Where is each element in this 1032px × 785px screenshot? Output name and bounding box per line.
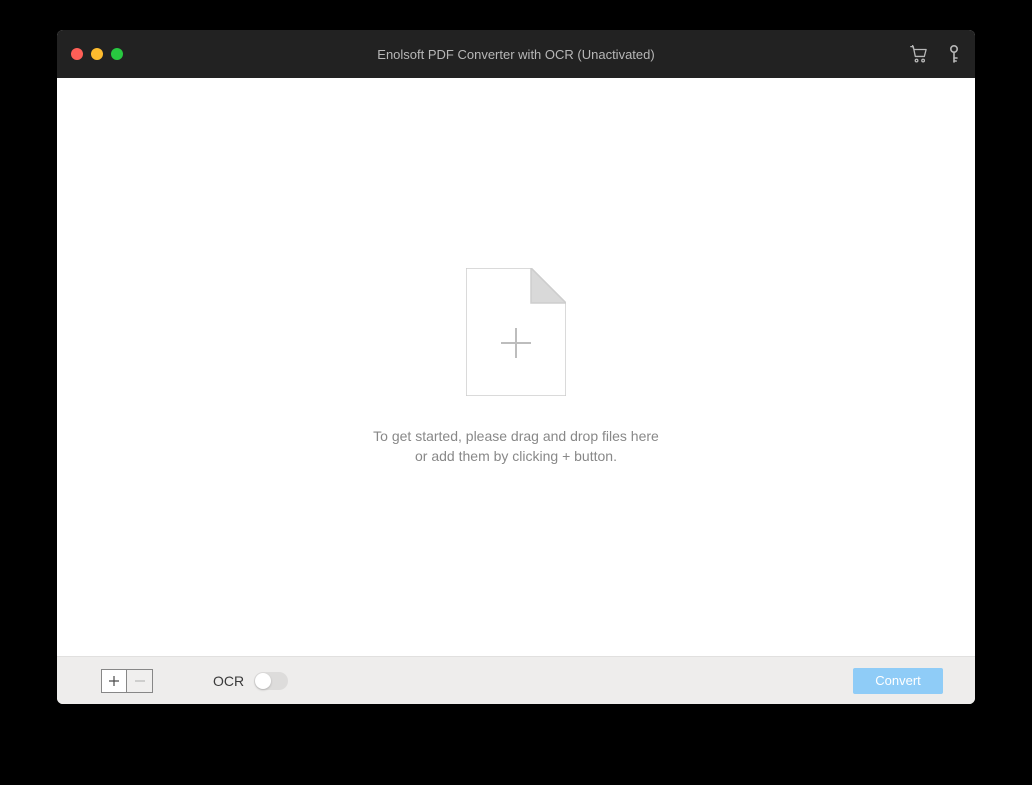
close-window-button[interactable] xyxy=(71,48,83,60)
drop-hint-text: To get started, please drag and drop fil… xyxy=(373,426,659,467)
app-window: Enolsoft PDF Converter with OCR (Unactiv… xyxy=(57,30,975,704)
drop-hint-line2: or add them by clicking + button. xyxy=(373,446,659,466)
cart-icon[interactable] xyxy=(909,45,929,63)
ocr-toggle[interactable] xyxy=(254,672,288,690)
fullscreen-window-button[interactable] xyxy=(111,48,123,60)
minimize-window-button[interactable] xyxy=(91,48,103,60)
footer-toolbar: OCR Convert xyxy=(57,656,975,704)
add-file-button[interactable] xyxy=(101,669,127,693)
ocr-group: OCR xyxy=(213,672,288,690)
ocr-toggle-knob xyxy=(255,673,271,689)
titlebar-actions xyxy=(909,44,961,64)
remove-file-button xyxy=(127,669,153,693)
key-icon[interactable] xyxy=(947,44,961,64)
add-remove-group xyxy=(101,669,153,693)
window-controls xyxy=(71,48,123,60)
convert-button[interactable]: Convert xyxy=(853,668,943,694)
document-plus-icon xyxy=(466,268,566,396)
ocr-label: OCR xyxy=(213,673,244,689)
titlebar: Enolsoft PDF Converter with OCR (Unactiv… xyxy=(57,30,975,78)
drop-hint-line1: To get started, please drag and drop fil… xyxy=(373,426,659,446)
drop-area[interactable]: To get started, please drag and drop fil… xyxy=(57,78,975,656)
window-title: Enolsoft PDF Converter with OCR (Unactiv… xyxy=(57,47,975,62)
